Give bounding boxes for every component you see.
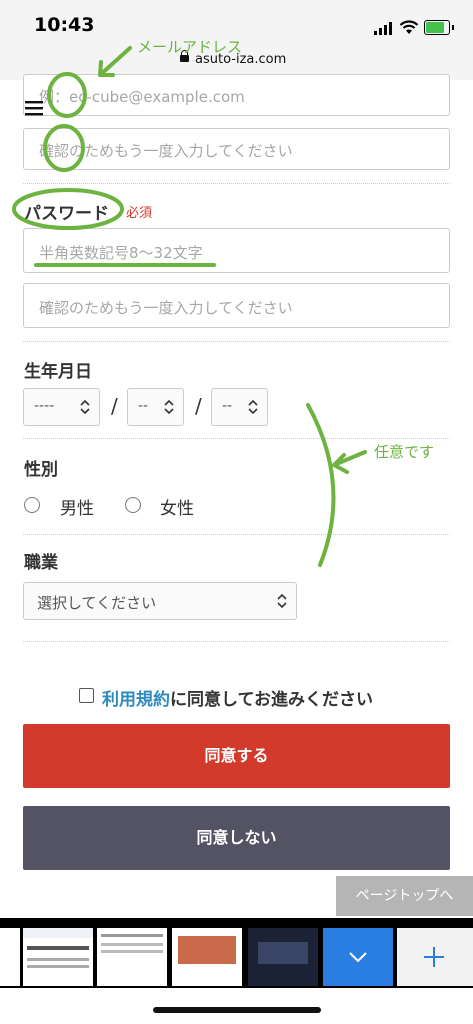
new-tab-button[interactable]: [397, 928, 473, 986]
disagree-button[interactable]: 同意しない: [23, 806, 450, 870]
tab-thumbnail[interactable]: [97, 928, 167, 986]
terms-suffix: に同意してお進みください: [170, 690, 373, 710]
page-top-button[interactable]: ページトップへ: [336, 876, 473, 916]
plus-icon: [424, 947, 444, 967]
email-annotation: メールアドレス: [137, 38, 243, 56]
chevron-down-icon: [349, 952, 367, 962]
tab-thumbnail[interactable]: [23, 928, 93, 986]
tab-thumbnail-active[interactable]: [323, 928, 393, 986]
terms-text: 利用規約に同意してお進みください: [102, 685, 373, 710]
divider: [23, 641, 450, 642]
home-bar: [0, 988, 473, 1024]
tab-thumbnail[interactable]: [248, 928, 318, 986]
home-indicator[interactable]: [153, 1007, 321, 1013]
annotation-overlay: [12, 46, 367, 567]
terms-checkbox[interactable]: [79, 688, 94, 703]
tab-thumbnail[interactable]: [0, 928, 20, 986]
terms-link[interactable]: 利用規約: [102, 690, 170, 710]
agree-button[interactable]: 同意する: [23, 724, 450, 788]
tab-thumbnail[interactable]: [172, 928, 242, 986]
optional-annotation: 任意です: [374, 443, 435, 461]
